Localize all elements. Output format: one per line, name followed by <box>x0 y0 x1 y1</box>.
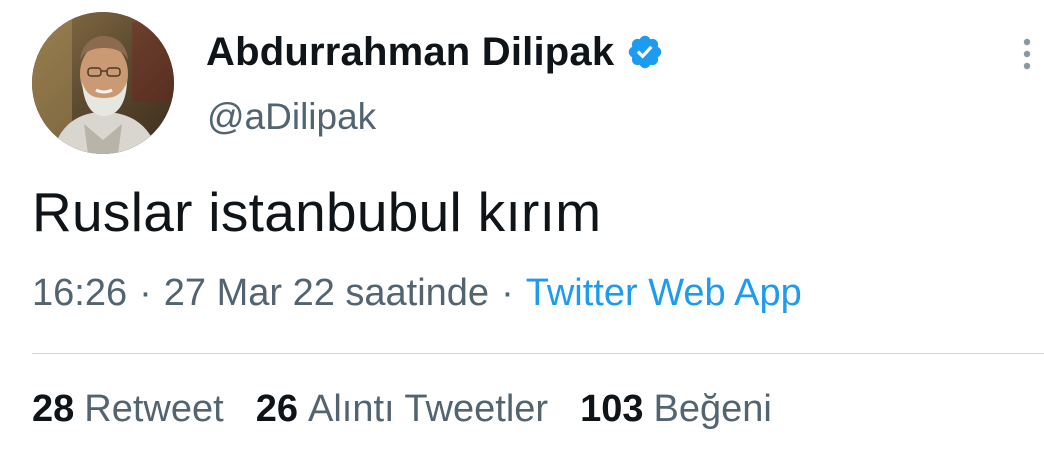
quote-tweets-count-link[interactable]: 26 Alıntı Tweetler <box>256 388 548 431</box>
separator: · <box>501 272 514 314</box>
separator: · <box>139 272 152 314</box>
stat-count: 28 <box>32 388 75 430</box>
tweet-text: Ruslar istanbubul kırım <box>32 181 602 243</box>
stat-label: Retweet <box>84 388 224 430</box>
tweet-source-link[interactable]: Twitter Web App <box>526 272 802 315</box>
more-options-button[interactable] <box>1010 34 1044 74</box>
handle[interactable]: @aDilipak <box>207 96 376 138</box>
more-vertical-icon <box>1023 38 1031 70</box>
author-name-row[interactable]: Abdurrahman Dilipak <box>206 26 664 78</box>
display-name[interactable]: Abdurrahman Dilipak <box>206 30 614 75</box>
verified-badge-icon <box>626 33 664 71</box>
retweet-count-link[interactable]: 28 Retweet <box>32 388 224 431</box>
profile-photo <box>32 12 174 154</box>
stat-label: Alıntı Tweetler <box>307 388 549 430</box>
tweet-time[interactable]: 16:26 <box>32 272 127 315</box>
stat-label: Beğeni <box>653 388 772 430</box>
tweet-meta: 16:26 · 27 Mar 22 saatinde · Twitter Web… <box>32 272 802 315</box>
avatar[interactable] <box>32 12 174 154</box>
divider <box>32 353 1044 354</box>
stat-count: 103 <box>580 388 644 430</box>
tweet-date[interactable]: 27 Mar 22 saatinde <box>164 272 489 315</box>
likes-count-link[interactable]: 103 Beğeni <box>580 388 772 431</box>
stat-count: 26 <box>255 388 298 430</box>
tweet-stats: 28 Retweet 26 Alıntı Tweetler 103 Beğeni <box>32 388 804 431</box>
